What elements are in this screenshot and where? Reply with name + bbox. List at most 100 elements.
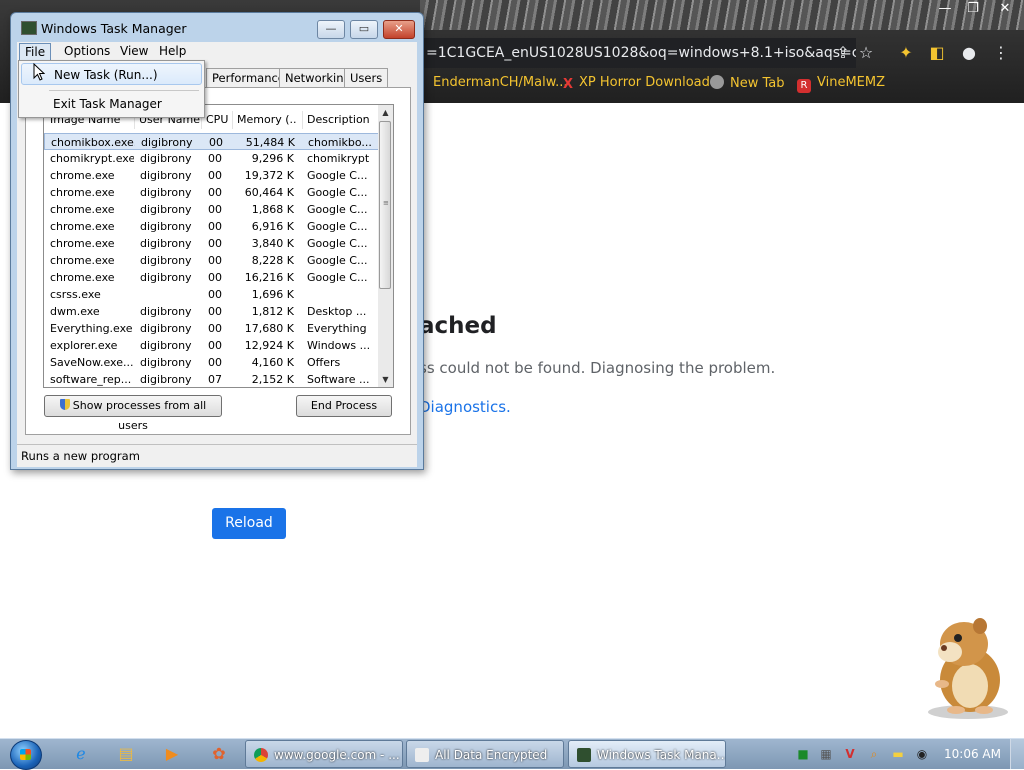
process-description: Desktop ... xyxy=(307,305,367,318)
tray-network-icon[interactable]: ▦ xyxy=(819,747,833,761)
process-row[interactable]: csrss.exe 00 1,696 K xyxy=(44,286,379,303)
process-description: Everything xyxy=(307,322,367,335)
show-all-processes-label: Show processes from all users xyxy=(72,399,207,432)
task-manager-body: Performance Networking Users Image Name … xyxy=(17,62,417,446)
process-user-name: digibrony xyxy=(140,356,192,369)
process-row[interactable]: chrome.exe digibrony 00 19,372 K Google C... xyxy=(44,167,379,184)
bookmark-item[interactable]: EndermanCH/Malw... xyxy=(433,75,568,90)
address-bar[interactable]: =1C1GCEA_enUS1028US1028&oq=windows+8.1+i… xyxy=(420,38,856,68)
taskbar-item-all-data-encrypted[interactable]: All Data Encrypted xyxy=(406,740,564,768)
process-description: Google C... xyxy=(307,169,368,182)
browser-maximize-icon[interactable]: ❐ xyxy=(960,0,986,18)
process-row[interactable]: chrome.exe digibrony 00 16,216 K Google C... xyxy=(44,269,379,286)
show-all-processes-button[interactable]: Show processes from all users xyxy=(44,395,222,432)
status-text: Runs a new program xyxy=(21,449,140,463)
media-player-icon[interactable]: ▶ xyxy=(161,743,183,765)
uac-shield-icon xyxy=(59,399,70,410)
browser-close-icon[interactable]: ✕ xyxy=(992,0,1018,18)
process-user-name: digibrony xyxy=(140,373,192,386)
process-user-name: digibrony xyxy=(141,136,193,149)
end-process-button[interactable]: End Process xyxy=(296,395,392,417)
column-memory[interactable]: Memory (... xyxy=(232,111,297,129)
process-row[interactable]: dwm.exe digibrony 00 1,812 K Desktop ... xyxy=(44,303,379,320)
show-desktop-button[interactable] xyxy=(1010,739,1024,769)
process-memory: 3,840 K xyxy=(251,237,294,250)
extensions-icon[interactable]: ✦ xyxy=(895,42,917,64)
scrollbar-thumb[interactable]: ≡ xyxy=(379,121,391,289)
tray-volume-icon[interactable]: ◉ xyxy=(915,747,929,761)
side-panel-icon[interactable]: ◧ xyxy=(926,42,948,64)
process-row[interactable]: explorer.exe digibrony 00 12,924 K Windows .… xyxy=(44,337,379,354)
process-memory: 16,216 K xyxy=(244,271,294,284)
mouse-cursor-icon xyxy=(33,63,45,81)
close-button[interactable]: ✕ xyxy=(383,20,415,39)
internet-explorer-icon[interactable]: ℯ xyxy=(70,743,92,765)
menu-help[interactable]: Help xyxy=(154,43,191,60)
tray-search-icon[interactable]: ⌕ xyxy=(867,747,881,761)
menu-kebab-icon[interactable]: ⋮ xyxy=(990,42,1012,64)
process-row[interactable]: SaveNow.exe... digibrony 00 4,160 K Offers xyxy=(44,354,379,371)
process-memory: 9,296 K xyxy=(251,152,294,165)
process-row[interactable]: chrome.exe digibrony 00 8,228 K Google C... xyxy=(44,252,379,269)
bookmark-item[interactable]: New Tab xyxy=(710,75,785,91)
browser-minimize-icon[interactable]: — xyxy=(932,0,958,18)
process-description: chomikrypt xyxy=(307,152,370,165)
minimize-button[interactable]: — xyxy=(317,20,345,39)
menu-options[interactable]: Options xyxy=(59,43,115,60)
process-user-name: digibrony xyxy=(140,220,192,233)
paint-app-icon[interactable]: ✿ xyxy=(208,743,230,765)
tray-vivaldi-icon[interactable]: V xyxy=(843,747,857,761)
title-bar[interactable]: Windows Task Manager — ▭ ✕ xyxy=(11,13,423,43)
process-row[interactable]: chrome.exe digibrony 00 60,464 K Google C... xyxy=(44,184,379,201)
share-icon[interactable]: ⇪ xyxy=(832,42,854,64)
process-description: Google C... xyxy=(307,186,368,199)
process-cpu: 00 xyxy=(208,356,222,369)
process-memory: 51,484 K xyxy=(245,136,295,149)
process-row[interactable]: chomikrypt.exe digibrony 00 9,296 K chomikry… xyxy=(44,150,379,167)
reload-button[interactable]: Reload xyxy=(212,508,286,539)
maximize-button[interactable]: ▭ xyxy=(350,20,378,39)
column-cpu[interactable]: CPU xyxy=(201,111,230,129)
menu-item-new-task[interactable]: New Task (Run...) xyxy=(21,63,202,85)
chrome-icon xyxy=(254,748,268,762)
process-description: Software ... xyxy=(307,373,370,386)
bookmark-item[interactable]: R VineMEMZ xyxy=(797,75,885,93)
process-list-scrollbar[interactable]: ▲ ≡ ▼ xyxy=(378,104,394,388)
tray-yellow-icon[interactable]: ▬ xyxy=(891,747,905,761)
process-memory: 6,916 K xyxy=(251,220,294,233)
process-row[interactable]: chrome.exe digibrony 00 1,868 K Google C... xyxy=(44,201,379,218)
column-description[interactable]: Description xyxy=(302,111,377,129)
process-row[interactable]: software_rep... digibrony 07 2,152 K Softwar… xyxy=(44,371,379,387)
scroll-down-icon[interactable]: ▼ xyxy=(378,372,393,387)
process-row[interactable]: Everything.exe digibrony 00 17,680 K Everyth… xyxy=(44,320,379,337)
process-row[interactable]: chomikbox.exe... digibrony 00 51,484 K chomi… xyxy=(44,133,379,150)
menu-item-exit-task-manager[interactable]: Exit Task Manager xyxy=(21,93,202,115)
taskbar-item-label: Windows Task Mana... xyxy=(597,748,726,762)
process-list[interactable]: Image Name User Name CPU Memory (... Des… xyxy=(43,104,380,388)
status-bar: Runs a new program xyxy=(17,444,417,467)
tab-users[interactable]: Users xyxy=(344,68,389,87)
process-user-name: digibrony xyxy=(140,237,192,250)
diagnostics-link[interactable]: Diagnostics. xyxy=(419,398,511,416)
taskbar-item-task-manager[interactable]: Windows Task Mana... xyxy=(568,740,726,768)
process-cpu: 00 xyxy=(208,169,222,182)
process-image-name: chomikbox.exe... xyxy=(51,136,135,149)
tray-green-square-icon[interactable]: ■ xyxy=(796,747,810,761)
file-explorer-icon[interactable]: ▤ xyxy=(115,743,137,765)
scroll-up-icon[interactable]: ▲ xyxy=(378,105,393,120)
profile-avatar-icon[interactable]: ● xyxy=(958,42,980,64)
taskbar-clock[interactable]: 10:06 AM xyxy=(944,747,1001,761)
taskbar-item-chrome[interactable]: www.google.com - ... xyxy=(245,740,403,768)
browser-omnibox-row: =1C1GCEA_enUS1028US1028&oq=windows+8.1+i… xyxy=(420,36,1024,70)
taskbar-item-label: www.google.com - ... xyxy=(274,748,400,762)
bookmark-item[interactable]: X XP Horror Download xyxy=(563,75,710,92)
hamster-mascot-icon[interactable] xyxy=(918,614,1010,720)
process-row[interactable]: chrome.exe digibrony 00 3,840 K Google C... xyxy=(44,235,379,252)
process-description: Windows ... xyxy=(307,339,371,352)
start-button[interactable] xyxy=(10,740,42,770)
menu-view[interactable]: View xyxy=(115,43,153,60)
bookmark-star-icon[interactable]: ☆ xyxy=(855,42,877,64)
process-row[interactable]: chrome.exe digibrony 00 6,916 K Google C... xyxy=(44,218,379,235)
process-image-name: dwm.exe xyxy=(50,305,100,318)
taskbar: ℯ ▤ ▶ ✿ www.google.com - ... All Data En… xyxy=(0,738,1024,770)
